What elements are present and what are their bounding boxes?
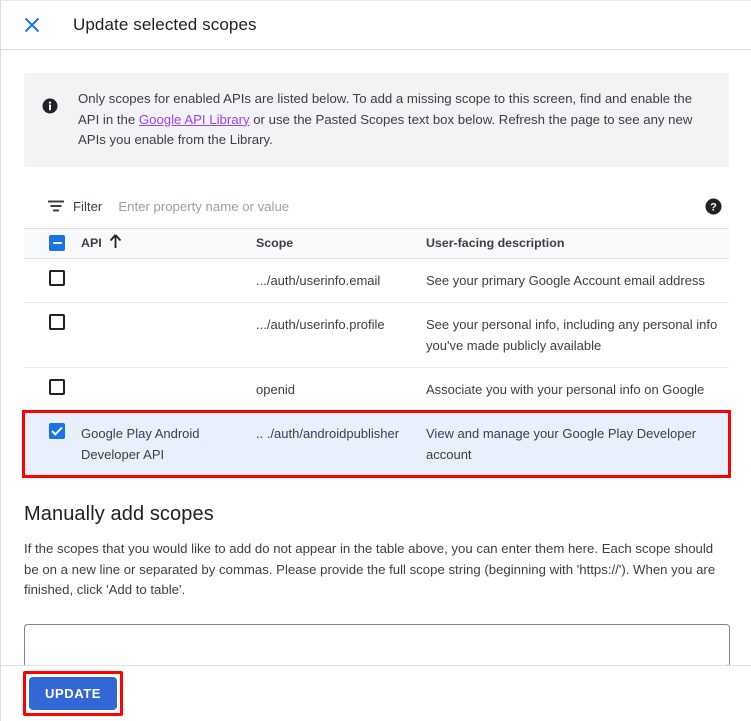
update-button-highlight: UPDATE	[23, 671, 124, 716]
help-icon[interactable]: ?	[703, 196, 723, 216]
filter-label: Filter	[73, 198, 103, 214]
row-scope: .../auth/userinfo.email	[256, 258, 426, 303]
row-api	[81, 302, 256, 368]
row-checkbox[interactable]	[49, 314, 65, 330]
row-checkbox-cell	[24, 258, 81, 303]
close-button[interactable]	[19, 12, 45, 38]
close-icon	[22, 15, 42, 35]
dialog-footer: UPDATE	[1, 665, 751, 721]
table-row-selected[interactable]: Google Play Android Developer API .. ./a…	[22, 409, 731, 478]
row-checkbox-cell	[24, 367, 81, 412]
row-description: Associate you with your personal info on…	[426, 367, 729, 412]
column-header-description[interactable]: User-facing description	[426, 228, 729, 259]
page-title: Update selected scopes	[73, 15, 257, 34]
column-header-scope[interactable]: Scope	[256, 228, 426, 259]
google-api-library-link[interactable]: Google API Library	[139, 112, 250, 127]
svg-text:?: ?	[710, 201, 717, 213]
row-checkbox-checked[interactable]	[49, 423, 65, 439]
row-api	[81, 367, 256, 412]
table-row[interactable]: .../auth/userinfo.email See your primary…	[24, 258, 729, 303]
row-checkbox-cell	[24, 411, 81, 476]
select-all-header	[24, 228, 81, 259]
row-scope: openid	[256, 367, 426, 412]
table-body: .../auth/userinfo.email See your primary…	[22, 258, 731, 478]
table-row[interactable]: openid Associate you with your personal …	[24, 367, 729, 412]
row-api: Google Play Android Developer API	[81, 411, 256, 476]
column-header-api-label: API	[81, 236, 102, 251]
row-checkbox[interactable]	[49, 270, 65, 286]
info-banner: Only scopes for enabled APIs are listed …	[24, 73, 729, 167]
scopes-table: API Scope User-facing description .../au…	[22, 228, 731, 478]
row-checkbox[interactable]	[49, 379, 65, 395]
row-scope: .. ./auth/androidpublisher	[256, 411, 426, 476]
filter-bar: Filter ?	[24, 185, 729, 229]
select-all-checkbox[interactable]	[49, 235, 65, 252]
row-description: See your primary Google Account email ad…	[426, 258, 729, 303]
search-input[interactable]	[118, 198, 703, 214]
scopes-table-container: API Scope User-facing description .../au…	[22, 228, 731, 478]
update-button[interactable]: UPDATE	[29, 677, 118, 710]
info-icon	[40, 96, 60, 116]
manual-scopes-description: If the scopes that you would like to add…	[24, 541, 716, 597]
row-description: See your personal info, including any pe…	[426, 302, 729, 368]
dialog-header: Update selected scopes	[1, 1, 751, 50]
table-row[interactable]: .../auth/userinfo.profile See your perso…	[24, 302, 729, 368]
update-scopes-dialog: Update selected scopes Only scopes for e…	[0, 0, 751, 721]
dialog-body: Only scopes for enabled APIs are listed …	[1, 73, 751, 718]
info-banner-text: Only scopes for enabled APIs are listed …	[78, 89, 711, 151]
filter-list-icon[interactable]	[47, 197, 65, 215]
column-header-api[interactable]: API	[81, 228, 256, 259]
row-api	[81, 258, 256, 303]
row-description: View and manage your Google Play Develop…	[426, 411, 729, 476]
checkmark-icon	[51, 426, 63, 436]
table-header-row: API Scope User-facing description	[24, 228, 729, 259]
row-scope: .../auth/userinfo.profile	[256, 302, 426, 368]
row-checkbox-cell	[24, 302, 81, 368]
indeterminate-dash-icon	[52, 242, 62, 245]
manual-scopes-title: Manually add scopes	[24, 503, 214, 525]
sort-ascending-arrow-icon	[109, 234, 122, 252]
